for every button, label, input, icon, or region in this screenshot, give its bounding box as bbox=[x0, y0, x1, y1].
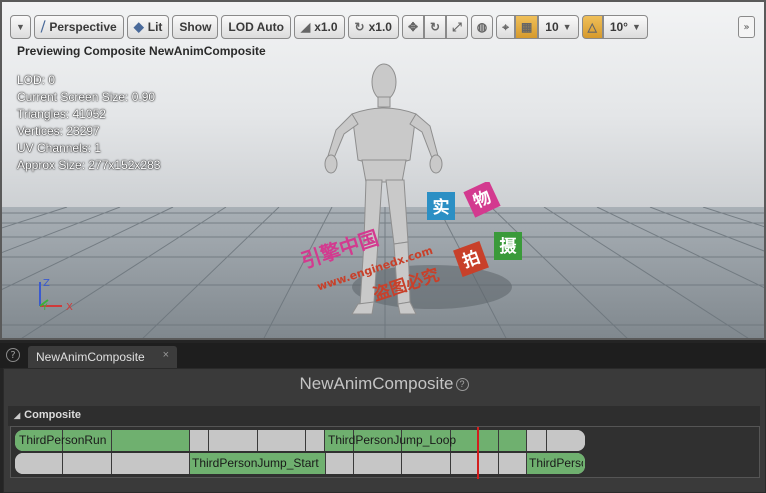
turntable-speed-button[interactable]: ↻ x1.0 bbox=[347, 15, 399, 39]
segment-jump-loop[interactable] bbox=[499, 430, 527, 451]
composite-track-2[interactable]: ThirdPersonJump_Start ThirdPersonJump_En… bbox=[15, 453, 585, 474]
grid-snap-toggle[interactable]: ▦ bbox=[514, 15, 539, 39]
rotate-tool-button[interactable]: ↻ bbox=[424, 15, 447, 39]
composite-panel: NewAnimComposite? ◢ Composite ThirdPerson… bbox=[3, 368, 766, 493]
move-icon: ✥ bbox=[407, 20, 419, 34]
preview-viewport[interactable]: ▼ ⧸ Perspective ◆ Lit Show LOD Auto ◢ x1… bbox=[0, 0, 766, 340]
watermark-stamp: 实 物 拍 摄 引擎中国 www.enginedx.com 盗图必究 bbox=[298, 182, 522, 305]
double-chevron-icon: » bbox=[743, 21, 750, 33]
stat-uv-channels: UV Channels: 1 bbox=[17, 141, 102, 155]
lit-button[interactable]: ◆ Lit bbox=[126, 15, 170, 39]
segment-empty bbox=[326, 453, 354, 474]
composite-track-area[interactable]: ThirdPersonRun ThirdPersonJump_Loop Thir… bbox=[10, 426, 760, 479]
close-icon[interactable]: × bbox=[163, 349, 169, 361]
scale-icon: ⤢ bbox=[452, 19, 462, 34]
section-label-text: Composite bbox=[24, 409, 81, 421]
mesh-stats: LOD: 0 Current Screen Size: 0.90 Triangl… bbox=[17, 72, 160, 174]
axis-z-label: Z bbox=[43, 278, 50, 289]
composite-track-1[interactable]: ThirdPersonRun ThirdPersonJump_Loop bbox=[15, 430, 585, 451]
show-label: Show bbox=[179, 20, 212, 34]
help-icon[interactable]: ? bbox=[6, 348, 20, 362]
panel-title: NewAnimComposite? bbox=[4, 374, 764, 394]
perspective-button[interactable]: ⧸ Perspective bbox=[33, 15, 124, 39]
grid-snap-label: 10 bbox=[545, 20, 559, 34]
cube-icon: ◆ bbox=[133, 19, 144, 34]
turntable-speed-label: x1.0 bbox=[368, 20, 392, 34]
segment-label-jump-end: ThirdPersonJump_End bbox=[529, 456, 583, 470]
coordinate-space-button[interactable]: ◍ bbox=[470, 15, 494, 39]
stat-lod: LOD: 0 bbox=[17, 73, 56, 87]
axis-x-label: X bbox=[66, 302, 73, 313]
watermark-char-a: 实 bbox=[433, 197, 450, 218]
segment-empty bbox=[547, 430, 585, 451]
angle-snap-group: △ 10° ▼ bbox=[581, 15, 648, 39]
grid-icon: ▦ bbox=[520, 20, 533, 34]
segment-jump-loop[interactable] bbox=[451, 430, 499, 451]
angle-snap-toggle[interactable]: △ bbox=[581, 15, 603, 39]
camera-icon: ⧸ bbox=[40, 19, 46, 34]
viewport-options-button[interactable]: ▼ bbox=[10, 15, 31, 39]
segment-empty bbox=[112, 453, 190, 474]
viewport-toolbar: ▼ ⧸ Perspective ◆ Lit Show LOD Auto ◢ x1… bbox=[10, 15, 648, 39]
grid-snap-value[interactable]: 10 ▼ bbox=[538, 15, 579, 39]
angle-snap-label: 10° bbox=[609, 20, 628, 34]
tab-label: NewAnimComposite bbox=[36, 350, 145, 364]
stat-screen-size: Current Screen Size: 0.90 bbox=[17, 90, 156, 104]
segment-run[interactable] bbox=[112, 430, 190, 451]
segment-label-jump-start: ThirdPersonJump_Start bbox=[192, 456, 319, 470]
collapse-triangle-icon: ◢ bbox=[14, 411, 21, 420]
segment-empty bbox=[451, 453, 499, 474]
lod-button[interactable]: LOD Auto bbox=[221, 15, 291, 39]
angle-icon: △ bbox=[587, 20, 597, 34]
segment-empty bbox=[209, 430, 258, 451]
playback-speed-button[interactable]: ◢ x1.0 bbox=[293, 15, 345, 39]
scale-tool-button[interactable]: ⤢ bbox=[446, 15, 468, 39]
panel-title-text: NewAnimComposite bbox=[299, 374, 454, 393]
angle-snap-value[interactable]: 10° ▼ bbox=[602, 15, 648, 39]
section-label: ◢ Composite bbox=[14, 409, 81, 421]
stat-vertices: Vertices: 23297 bbox=[17, 124, 100, 138]
transform-tools: ✥ ↻ ⤢ bbox=[401, 15, 468, 39]
tab-newanimcomposite[interactable]: NewAnimComposite × bbox=[28, 346, 177, 368]
surface-snap-button[interactable]: ⌖ bbox=[496, 15, 515, 39]
perspective-label: Perspective bbox=[49, 20, 117, 34]
help-icon[interactable]: ? bbox=[455, 378, 469, 391]
rotate-icon: ↻ bbox=[354, 20, 365, 34]
speed-ramp-icon: ◢ bbox=[300, 20, 311, 34]
segment-empty bbox=[306, 430, 325, 451]
axis-y-label: Y bbox=[41, 303, 48, 313]
lod-label: LOD Auto bbox=[228, 20, 284, 34]
translate-tool-button[interactable]: ✥ bbox=[401, 15, 425, 39]
rotate-tool-icon: ↻ bbox=[430, 20, 441, 34]
segment-empty bbox=[15, 453, 63, 474]
composite-section-header[interactable]: ◢ Composite bbox=[8, 406, 760, 426]
segment-empty bbox=[527, 430, 547, 451]
segment-empty bbox=[190, 430, 209, 451]
show-button[interactable]: Show bbox=[172, 15, 219, 39]
segment-empty bbox=[499, 453, 527, 474]
preview-title: Previewing Composite NewAnimComposite bbox=[17, 44, 266, 58]
viewport-layout-button[interactable]: » bbox=[738, 16, 755, 38]
playback-speed-label: x1.0 bbox=[314, 20, 338, 34]
segment-label-run: ThirdPersonRun bbox=[19, 433, 107, 447]
grid-snap-group: ⌖ ▦ 10 ▼ bbox=[496, 15, 579, 39]
stat-triangles: Triangles: 41052 bbox=[17, 107, 106, 121]
scrub-position-line[interactable] bbox=[477, 427, 479, 479]
chevron-down-icon: ▼ bbox=[631, 22, 641, 32]
globe-icon: ◍ bbox=[476, 20, 488, 34]
stat-approx-size: Approx Size: 277x152x283 bbox=[17, 158, 161, 172]
segment-empty bbox=[402, 453, 451, 474]
axis-gizmo: Z X Y bbox=[39, 278, 73, 313]
chevron-down-icon: ▼ bbox=[562, 22, 572, 32]
lit-label: Lit bbox=[147, 20, 163, 34]
segment-label-jump-loop: ThirdPersonJump_Loop bbox=[328, 433, 457, 447]
segment-empty bbox=[258, 430, 306, 451]
surface-snap-icon: ⌖ bbox=[502, 19, 509, 34]
chevron-down-icon: ▼ bbox=[16, 22, 25, 32]
segment-empty bbox=[354, 453, 402, 474]
segment-empty bbox=[63, 453, 112, 474]
watermark-char-d: 摄 bbox=[500, 236, 518, 257]
